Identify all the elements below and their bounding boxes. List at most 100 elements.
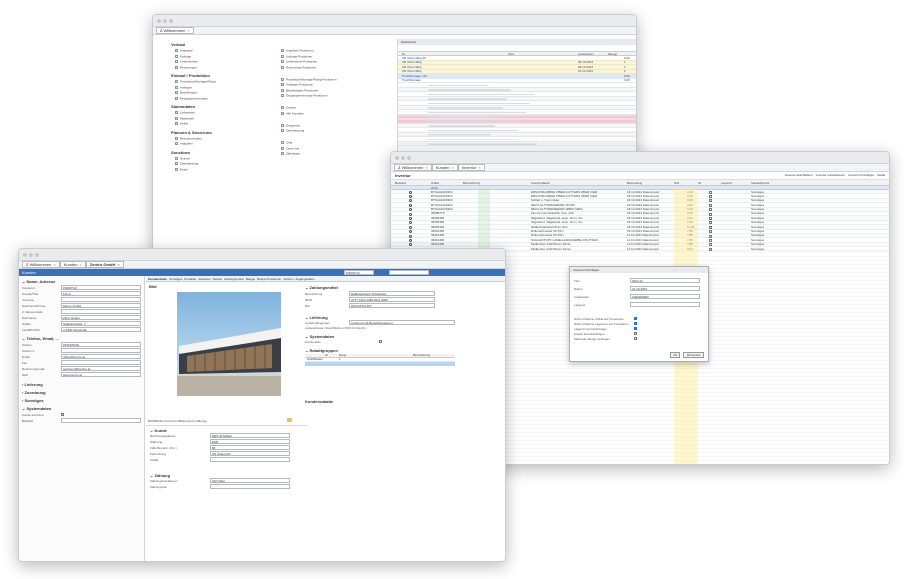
dashboard-link[interactable]: Produktion/Montage/Rüstg [175,80,216,84]
dashboard-link[interactable]: Rechnungs-Positionen [281,65,316,70]
field-input[interactable] [61,360,141,365]
subtab[interactable]: Kontakte [184,277,196,281]
field-input[interactable]: 07615/5216 [61,342,141,347]
tab-2[interactable]: Inventur × [457,164,485,171]
dashboard-link[interactable]: Lieferanten [175,111,195,115]
section-title[interactable]: ⌄ Rabattgruppen [305,348,338,353]
tab-2[interactable]: Zentro GmbH × [85,261,124,268]
column-header[interactable]: Lagerort [721,182,732,185]
subtab[interactable]: Zahlungsmittel [224,277,244,281]
column-header[interactable]: Ist [698,182,701,185]
subtab[interactable]: Adressen, Telefon [198,277,222,281]
dashboard-link[interactable]: Bestellungen [175,91,197,95]
row-checkbox[interactable] [709,208,712,212]
column-header[interactable]: Bemerkung [627,182,642,185]
column-header[interactable]: Inventurdatum [531,182,550,185]
dialog-option-checkbox[interactable] [634,337,637,340]
tab-1[interactable]: Kunden × [431,164,458,171]
subtab[interactable]: Belegs-Positionen [257,277,281,281]
field-input[interactable] [61,297,141,302]
row-checkbox[interactable] [709,221,712,225]
tab-welcome[interactable]: Z Willkommen × [156,27,194,34]
subtab[interactable]: Sonstiges [169,277,182,281]
field-input[interactable]: Raiffeisenbank Schwindau [349,291,435,296]
column-header[interactable]: Artikel [431,182,439,185]
dashboard-link[interactable]: Chat [281,141,292,145]
subtab[interactable]: Kundendaten [148,277,167,281]
collapsed-section[interactable]: › Zuordnung [22,390,46,395]
row-checkbox[interactable] [709,234,712,238]
tab-0[interactable]: Z Willkommen × [394,164,432,171]
archived-checkbox[interactable] [61,413,64,416]
dashboard-link[interactable]: Bestellungen-Positionen [281,88,318,93]
column-header[interactable]: Verkaufspreis [751,182,769,185]
column-header[interactable]: Bezeichnung [463,182,480,185]
tab-1[interactable]: Kunden × [59,261,86,268]
dialog-field-input[interactable]: 2024-11 [630,278,700,283]
section-title[interactable]: ⌄ Kunde [150,428,167,433]
dashboard-link[interactable]: Anfragen [175,85,192,90]
dashboard-link[interactable]: Angebote [175,49,193,53]
folder-icon[interactable] [287,418,292,422]
field-input[interactable]: 50 [210,445,290,450]
toolbar-button[interactable]: Inventur hinzufügen [848,173,874,177]
row-checkbox[interactable] [709,225,712,229]
dashboard-link[interactable]: Eingangsrechnungen [175,96,208,101]
row-checkbox[interactable] [709,194,712,198]
field-input[interactable]: AT77 3412 0048 0011 0056 [349,297,435,302]
close-icon[interactable]: × [451,165,453,170]
field-input[interactable]: UST-Satz [210,478,290,483]
row-checkbox[interactable] [709,190,712,194]
field-input[interactable]: www.zentro.at [61,372,141,377]
subtab[interactable]: Notizen [283,277,293,281]
field-input[interactable]: Südbahnhofstr. 7 [61,321,141,326]
dashboard-link[interactable]: Anfragen-Positionen [281,83,313,87]
close-icon[interactable]: × [478,165,480,170]
dashboard-link[interactable]: Kunden [281,106,296,110]
field-input[interactable] [210,484,290,489]
dashboard-link[interactable]: Ereignisse [281,123,300,128]
dashboard-link[interactable]: Artikel [175,122,188,126]
dialog-field-input[interactable]: LIEFERSER [630,294,700,299]
field-input[interactable]: Zentr GmbH [61,315,141,320]
close-icon[interactable]: × [187,28,189,33]
column-header[interactable]: Soll [674,182,679,185]
row-checkbox[interactable] [709,203,712,207]
cancel-button[interactable]: Abbrechen [683,352,704,358]
field-input[interactable]: rechnung@zentro.at [61,366,141,371]
dashboard-link[interactable]: Lieferschein-Positionen [281,60,317,64]
section-title[interactable]: ⌄ Name, Adresse [22,279,55,284]
row-checkbox[interactable] [709,247,712,251]
field-input[interactable]: RZOOAT2L157 [349,303,435,308]
field-input[interactable] [61,309,141,314]
close-icon[interactable]: × [79,262,81,267]
dashboard-link[interactable]: Angebots-Positionen [281,49,314,53]
field-input[interactable]: MRT-Schrilltag [210,433,290,438]
dialog-option-checkbox[interactable] [634,317,637,320]
dashboard-link[interactable]: Alle Kontakte [281,111,304,116]
dashboard-link[interactable]: Zeiterfassung [175,162,198,166]
row-checkbox[interactable] [709,230,712,234]
dashboard-link[interactable]: Ressourcenplan [175,136,202,141]
close-icon[interactable]: × [425,165,427,170]
dialog-option-checkbox[interactable] [634,327,637,330]
section-title[interactable]: ⌄ Systemdaten [305,334,334,339]
field-input[interactable]: office@zentro.at [61,354,141,359]
dialog-field-input[interactable]: 31.10.2024 [630,286,700,291]
field-input[interactable] [61,348,141,353]
dashboard-link[interactable]: Auftrags-Positionen [281,54,312,59]
active-checkbox[interactable] [379,340,382,343]
field-input[interactable]: Firma [61,291,141,296]
selected-row[interactable] [305,362,455,366]
dashboard-link[interactable]: Zahlungen [281,152,300,156]
row-checkbox[interactable] [709,216,712,220]
ok-button[interactable]: OK [670,352,681,358]
dashboard-link[interactable]: Notizen [175,156,190,161]
dashboard-link[interactable]: Lieferscheine [175,60,198,64]
toolbar-button[interactable]: Inventur zurücksetzen [816,173,845,177]
dashboard-link[interactable]: Rechnungen [175,65,197,70]
search-input[interactable] [389,270,429,275]
field-input[interactable]: P0000712 [61,285,141,290]
row-checkbox[interactable] [709,238,712,242]
record-number-field[interactable]: P0000712 [344,270,374,275]
